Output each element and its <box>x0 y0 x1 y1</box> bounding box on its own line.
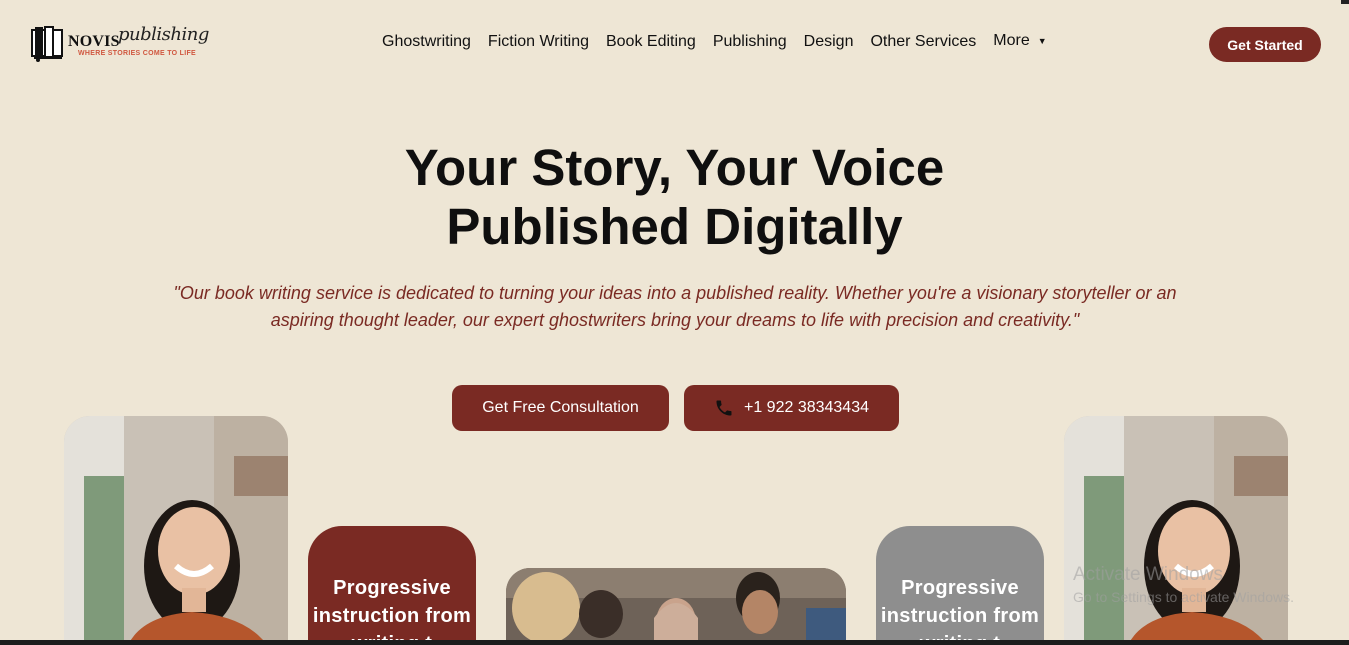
portrait-photo-right <box>1064 416 1288 645</box>
phone-call-button[interactable]: +1 922 38343434 <box>684 385 899 431</box>
activate-windows-watermark: Activate Windows Go to Settings to activ… <box>1073 564 1294 605</box>
hero-title-line-2: Published Digitally <box>446 198 903 255</box>
page: NOVIS publishing WHERE STORIES COME TO L… <box>0 0 1349 645</box>
woman-portrait-image <box>1064 416 1288 645</box>
free-consultation-button[interactable]: Get Free Consultation <box>452 385 669 431</box>
hero-title-line-1: Your Story, Your Voice <box>404 139 945 196</box>
nav-more-label: More <box>993 32 1030 49</box>
watermark-subtitle: Go to Settings to activate Windows. <box>1073 589 1294 605</box>
brand-logo[interactable]: NOVIS publishing WHERE STORIES COME TO L… <box>30 22 220 66</box>
book-logo-icon <box>31 26 63 62</box>
nav-item-ghostwriting[interactable]: Ghostwriting <box>382 33 471 51</box>
nav-item-book-editing[interactable]: Book Editing <box>606 33 696 51</box>
brand-name: NOVIS <box>68 33 120 50</box>
feature-card-red: Progressive instruction from writing t <box>308 526 476 645</box>
main-nav: Ghostwriting Fiction Writing Book Editin… <box>382 32 1047 51</box>
nav-more-dropdown[interactable]: More ▼ <box>993 32 1046 50</box>
get-started-button[interactable]: Get Started <box>1209 27 1321 62</box>
nav-item-publishing[interactable]: Publishing <box>713 33 787 51</box>
phone-number: +1 922 38343434 <box>743 399 869 416</box>
nav-item-other-services[interactable]: Other Services <box>870 33 976 51</box>
window-corner <box>1341 0 1349 4</box>
brand-tagline: WHERE STORIES COME TO LIFE <box>78 50 196 57</box>
hero-quote: "Our book writing service is dedicated t… <box>173 283 1177 330</box>
nav-item-fiction-writing[interactable]: Fiction Writing <box>488 33 589 51</box>
phone-icon <box>716 400 732 416</box>
group-people-image <box>506 568 846 645</box>
watermark-title: Activate Windows <box>1073 564 1223 585</box>
group-photo <box>506 568 846 645</box>
brand-script: publishing <box>118 24 209 45</box>
nav-item-design[interactable]: Design <box>804 33 854 51</box>
caret-down-icon: ▼ <box>1037 36 1047 46</box>
hero-title: Your Story, Your Voice Published Digital… <box>0 138 1349 256</box>
feature-card-grey: Progressive instruction from writing t <box>876 526 1044 645</box>
taskbar <box>0 640 1349 645</box>
woman-portrait-image <box>64 416 288 645</box>
portrait-photo-left <box>64 416 288 645</box>
